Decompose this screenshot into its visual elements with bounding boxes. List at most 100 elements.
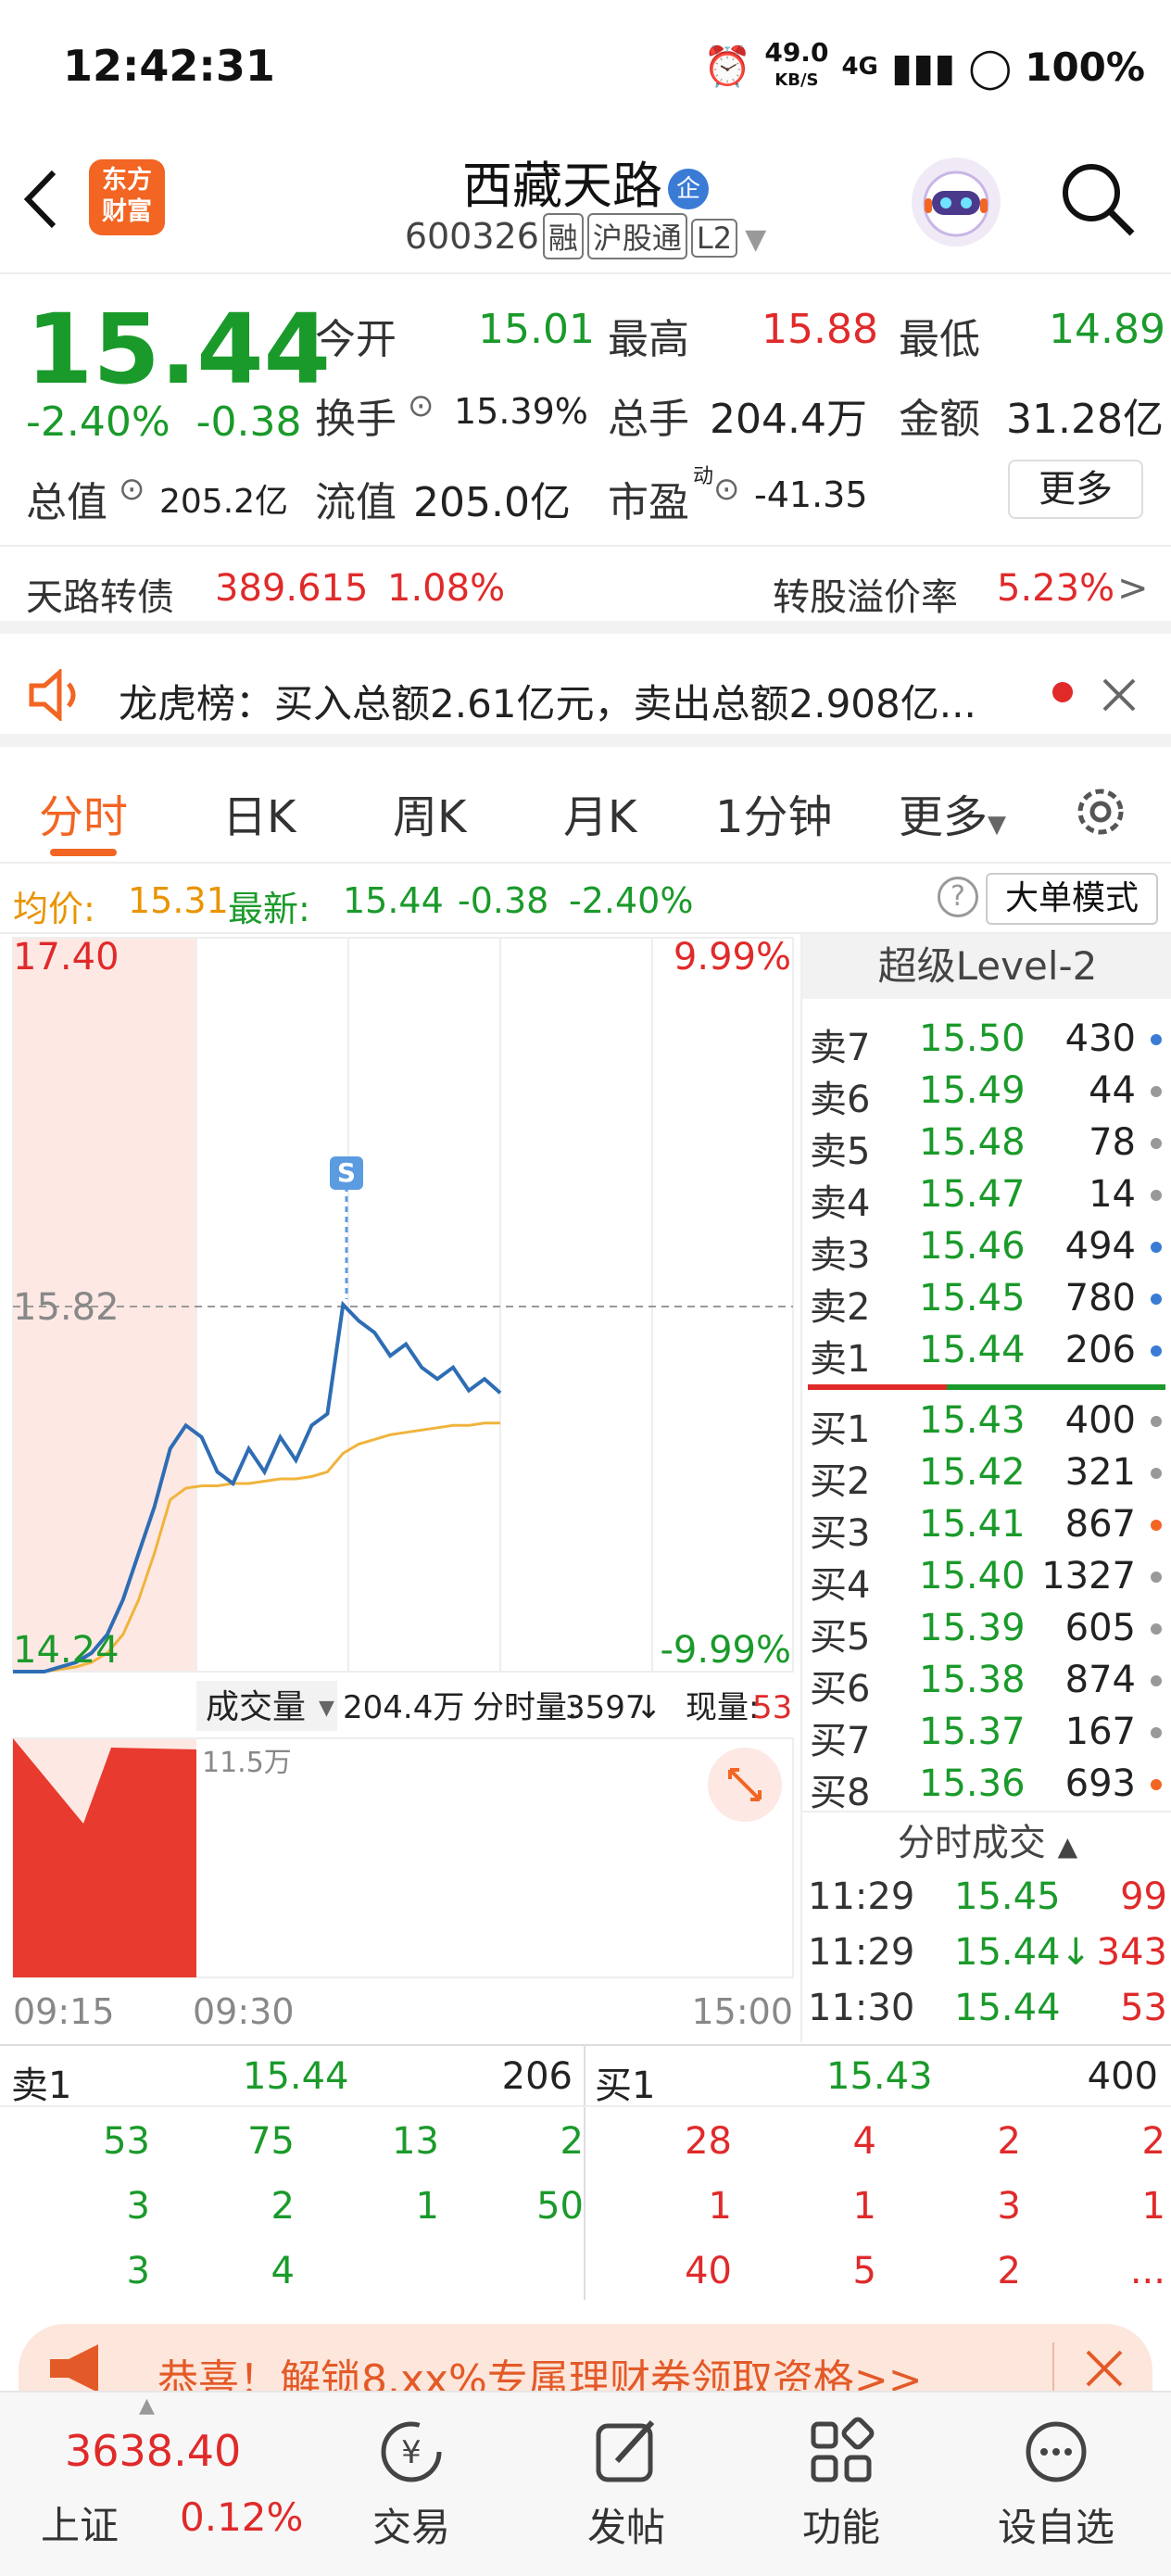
nav-features[interactable]: 功能 [767,2417,915,2553]
close-icon[interactable] [1101,676,1138,713]
pe-type: 动 [693,465,714,488]
more-dots-icon [1026,2421,1087,2482]
level-volume: 867 [1064,1503,1136,1546]
order-dot-icon [1151,1138,1162,1149]
bid-row[interactable]: 买5 15.39 605 [802,1607,1171,1659]
trade-row: 11:29 15.45 99 [802,1875,1171,1927]
bid-row[interactable]: 买8 15.36 693 [802,1762,1171,1814]
queue-cell: 3 [126,2250,150,2292]
chart-tabs: 分时 日K 周K 月K 1分钟 更多▼ [0,760,1171,864]
bid-row[interactable]: 买1 15.43 400 [802,1399,1171,1451]
level-volume: 430 [1064,1017,1136,1060]
order-dot-icon [1151,1034,1162,1045]
help-icon[interactable]: ? [938,877,978,917]
turnover-value: 15.39% [454,391,588,432]
bid-row[interactable]: 买2 15.42 321 [802,1451,1171,1503]
tab-1min[interactable]: 1分钟 [715,780,833,845]
avg-value: 15.31 [128,880,229,921]
trade-volume: 99 [1120,1875,1167,1918]
down-arrow-icon: ↓ [636,1689,662,1726]
tab-daily-k[interactable]: 日K [222,780,296,845]
level-label: 卖1 [810,1338,871,1381]
svg-text:¥: ¥ [401,2434,422,2471]
dragon-tiger-notice[interactable]: 龙虎榜：买入总额2.61亿元，卖出总额2.908亿... [0,645,1171,747]
high-label: 最高 [608,316,689,363]
level-price: 15.46 [919,1225,1026,1268]
cb-name: 天路转债 [26,576,174,619]
index-widget[interactable]: ▲ 3638.40 上证 0.12% [0,2393,306,2576]
bid-divider [947,1384,1165,1390]
level-price: 15.39 [919,1607,1026,1649]
level-price: 15.42 [919,1451,1026,1494]
queue-cell: 4 [271,2250,295,2292]
tab-monthly-k[interactable]: 月K [563,780,636,845]
battery-level: 100% [1025,44,1145,90]
info-icon[interactable]: ⊙ [119,471,145,508]
low-value: 14.89 [1049,306,1165,353]
period-volume: 3597 [565,1689,646,1726]
tab-intraday[interactable]: 分时 [39,780,128,845]
status-time: 12:42:31 [63,41,275,91]
intraday-chart[interactable]: S 17.40 9.99% 15.82 14.24 -9.99% 成交量 ▼ 2… [0,934,800,2042]
ask-row[interactable]: 卖2 15.45 780 [802,1277,1171,1329]
nav-add-watchlist[interactable]: 设自选 [982,2417,1130,2553]
robot-icon [923,170,989,237]
level-volume: 494 [1064,1225,1136,1268]
order-dot-icon [1151,1572,1162,1583]
tab-more[interactable]: 更多▼ [899,780,1006,845]
ask-row[interactable]: 卖6 15.49 44 [802,1069,1171,1121]
ask-row[interactable]: 卖3 15.46 494 [802,1225,1171,1277]
bid-row[interactable]: 买3 15.41 867 [802,1503,1171,1555]
queue-cell: 2 [271,2185,295,2228]
settings-icon[interactable] [1071,782,1130,841]
tab-weekly-k[interactable]: 周K [393,780,466,845]
queue-cell: 75 [247,2120,295,2163]
level-volume: 14 [1089,1173,1136,1216]
enterprise-badge: 企 [668,169,709,210]
level-volume: 321 [1064,1451,1136,1494]
level-label: 买7 [810,1720,871,1762]
volume-total: 204.4万 [343,1689,464,1726]
unread-dot [1052,682,1073,702]
info-icon[interactable]: ⊙ [408,387,434,424]
period-volume-label: 分时量: [472,1689,577,1726]
level-label: 卖2 [810,1286,871,1329]
index-name: 上证 [41,2503,120,2548]
nav-post[interactable]: 发帖 [552,2417,700,2553]
search-button[interactable] [1056,158,1140,241]
convertible-bond-row[interactable]: 天路转债 389.615 1.08% 转股溢价率 5.23% > [0,545,1171,634]
bid-row[interactable]: 买4 15.40 1327 [802,1555,1171,1607]
trade-row: 11:29 15.44↓ 343 [802,1931,1171,1983]
ask-row[interactable]: 卖1 15.44 206 [802,1329,1171,1381]
close-icon[interactable] [1084,2348,1125,2389]
level-label: 买5 [810,1616,871,1659]
bid-row[interactable]: 买6 15.38 874 [802,1659,1171,1711]
level-label: 卖4 [810,1182,871,1225]
pe-label: 市盈 [608,479,689,526]
ask-row[interactable]: 卖4 15.47 14 [802,1173,1171,1225]
assistant-avatar[interactable] [912,158,1001,246]
megaphone-icon [50,2344,98,2393]
trades-title[interactable]: 分时成交 ▲ [802,1811,1171,1866]
status-bar: 12:42:31 ⏰ 49.0 KB/S 4G ▮▮▮ ◯ 100% [0,0,1171,139]
bid-row[interactable]: 买7 15.37 167 [802,1711,1171,1762]
more-button[interactable]: 更多 [1008,460,1143,519]
volume-label: 总手 [608,396,689,443]
trade-row: 11:30 15.44 53 [802,1987,1171,2039]
queue-cell: 3 [126,2185,150,2228]
amount-label: 金额 [899,396,980,443]
nav-trade[interactable]: ¥ 交易 [337,2417,485,2553]
volume-value: 204.4万 [710,396,867,443]
queue-cell: 1 [415,2185,439,2228]
info-icon[interactable]: ⊙ [713,471,740,508]
ask-row[interactable]: 卖5 15.48 78 [802,1121,1171,1173]
trade-time: 11:30 [808,1987,915,2029]
level2-title[interactable]: 超级Level-2 [802,934,1171,999]
order-dot-icon [1151,1345,1162,1357]
pe-value: -41.35 [754,474,868,515]
trade-time: 11:29 [808,1931,915,1974]
active-tab-indicator [50,849,117,856]
low-label: 最低 [899,316,980,363]
ask-row[interactable]: 卖7 15.50 430 [802,1017,1171,1069]
big-order-mode-button[interactable]: 大单模式 [986,873,1158,925]
